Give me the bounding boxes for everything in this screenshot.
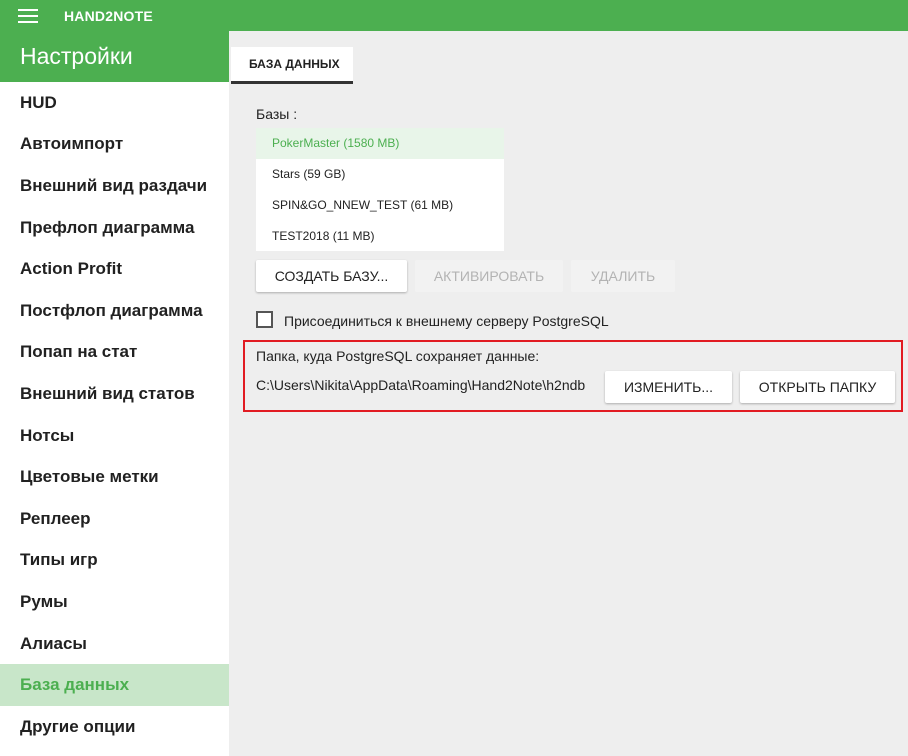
top-bar: HAND2NOTE	[0, 0, 908, 31]
sidebar-item-rooms[interactable]: Румы	[0, 581, 229, 623]
external-server-checkbox[interactable]	[256, 311, 273, 328]
sidebar-item-postflop-chart[interactable]: Постфлоп диаграмма	[0, 290, 229, 332]
tab-database[interactable]: БАЗА ДАННЫХ	[231, 47, 353, 84]
sidebar-item-stats-appearance[interactable]: Внешний вид статов	[0, 373, 229, 415]
sidebar-item-color-markers[interactable]: Цветовые метки	[0, 456, 229, 498]
sidebar-item-stat-popup[interactable]: Попап на стат	[0, 332, 229, 374]
list-item[interactable]: TEST2018 (11 MB)	[256, 220, 504, 251]
sidebar-item-autoimport[interactable]: Автоимпорт	[0, 124, 229, 166]
databases-label: Базы :	[256, 106, 298, 122]
sidebar-item-aliases[interactable]: Алиасы	[0, 623, 229, 665]
hamburger-menu-icon[interactable]	[18, 8, 38, 23]
sidebar-item-other-options[interactable]: Другие опции	[0, 706, 229, 748]
create-database-button[interactable]: СОЗДАТЬ БАЗУ...	[256, 260, 407, 292]
sidebar: Настройки HUD Автоимпорт Внешний вид раз…	[0, 31, 229, 756]
activate-button[interactable]: АКТИВИРОВАТЬ	[415, 260, 563, 292]
sidebar-item-preflop-chart[interactable]: Префлоп диаграмма	[0, 207, 229, 249]
list-item[interactable]: PokerMaster (1580 MB)	[256, 128, 504, 159]
change-folder-button[interactable]: ИЗМЕНИТЬ...	[605, 371, 732, 403]
data-folder-path: C:\Users\Nikita\AppData\Roaming\Hand2Not…	[256, 377, 586, 393]
sidebar-item-database[interactable]: База данных	[0, 664, 229, 706]
list-item[interactable]: Stars (59 GB)	[256, 159, 504, 190]
app-title: HAND2NOTE	[64, 7, 153, 24]
sidebar-item-game-types[interactable]: Типы игр	[0, 540, 229, 582]
sidebar-item-hand-appearance[interactable]: Внешний вид раздачи	[0, 165, 229, 207]
data-folder-label: Папка, куда PostgreSQL сохраняет данные:	[256, 348, 540, 364]
sidebar-item-replayer[interactable]: Реплеер	[0, 498, 229, 540]
list-item[interactable]: SPIN&GO_NNEW_TEST (61 MB)	[256, 190, 504, 221]
sidebar-item-notes[interactable]: Нотсы	[0, 415, 229, 457]
sidebar-item-hud[interactable]: HUD	[0, 82, 229, 124]
delete-button[interactable]: УДАЛИТЬ	[571, 260, 675, 292]
external-server-label: Присоединиться к внешнему серверу Postgr…	[284, 313, 609, 329]
sidebar-title: Настройки	[0, 31, 229, 82]
database-list: PokerMaster (1580 MB) Stars (59 GB) SPIN…	[256, 128, 504, 251]
open-folder-button[interactable]: ОТКРЫТЬ ПАПКУ	[740, 371, 895, 403]
sidebar-item-action-profit[interactable]: Action Profit	[0, 248, 229, 290]
